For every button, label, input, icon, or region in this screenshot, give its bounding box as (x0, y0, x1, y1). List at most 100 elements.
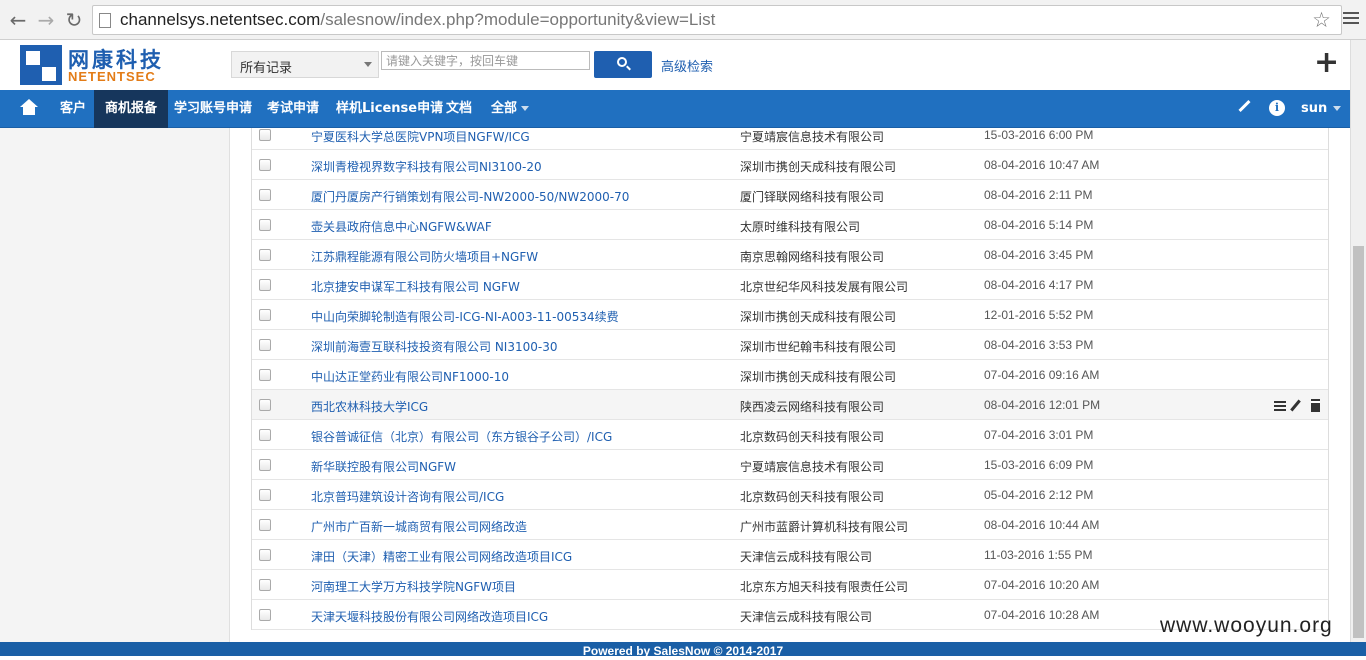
nav-item-customers[interactable]: 客户 (60, 90, 86, 128)
row-checkbox[interactable] (259, 549, 271, 561)
opportunity-name-link[interactable]: 宁夏医科大学总医院VPN项目NGFW/ICG (311, 128, 530, 145)
scope-selected-value: 所有记录 (240, 61, 293, 76)
table-row[interactable]: 中山向荣脚轮制造有限公司-ICG-NI-A003-11-00534续费 深圳市携创… (252, 300, 1328, 330)
row-checkbox[interactable] (259, 369, 271, 381)
opportunity-name-link[interactable]: 深圳青橙视界数字科技有限公司NI3100-20 (311, 158, 542, 175)
table-row[interactable]: 厦门丹厦房产行销策划有限公司-NW2000-50/NW2000-70 厦门铎联网络… (252, 180, 1328, 210)
row-checkbox[interactable] (259, 129, 271, 141)
row-checkbox[interactable] (259, 249, 271, 261)
table-row[interactable]: 银谷普诚征信（北京）有限公司（东方银谷子公司）/ICG 北京数码创天科技有限公司 0… (252, 420, 1328, 450)
partner-company: 宁夏靖宸信息技术有限公司 (740, 460, 885, 474)
home-icon[interactable] (20, 99, 38, 115)
table-row[interactable]: 北京普玛建筑设计咨询有限公司/ICG 北京数码创天科技有限公司 05-04-2016… (252, 480, 1328, 510)
logo[interactable]: 网康科技 NETENTSEC (20, 43, 180, 87)
browser-menu-icon[interactable] (1343, 10, 1359, 28)
opportunity-name-link[interactable]: 河南理工大学万方科技学院NGFW项目 (311, 578, 516, 595)
page-header: 网康科技 NETENTSEC 所有记录 高级检索 + (0, 40, 1366, 90)
advanced-search-link[interactable]: 高级检索 (661, 56, 713, 75)
row-checkbox[interactable] (259, 459, 271, 471)
chevron-down-icon (521, 106, 530, 111)
table-row[interactable]: 津田（天津）精密工业有限公司网络改造项目ICG 天津信云成科技有限公司 11-03-… (252, 540, 1328, 570)
opportunity-name-link[interactable]: 中山达正堂药业有限公司NF1000-10 (311, 368, 509, 385)
table-row[interactable]: 广州市广百新一城商贸有限公司网络改造 广州市蓝爵计算机科技有限公司 08-04-20… (252, 510, 1328, 540)
opportunity-name-link[interactable]: 中山向荣脚轮制造有限公司-ICG-NI-A003-11-00534续费 (311, 308, 619, 325)
url-text[interactable]: channelsys.netentsec.com/salesnow/index.… (120, 10, 715, 30)
row-checkbox[interactable] (259, 309, 271, 321)
search-button[interactable] (594, 51, 652, 78)
details-icon[interactable] (1274, 401, 1286, 411)
main-content: 宁夏医科大学总医院VPN项目NGFW/ICG 宁夏靖宸信息技术有限公司 15-03-… (0, 128, 1350, 642)
table-row[interactable]: 新华联控股有限公司NGFW 宁夏靖宸信息技术有限公司 15-03-2016 6:09… (252, 450, 1328, 480)
opportunity-name-link[interactable]: 西北农林科技大学ICG (311, 398, 428, 415)
search-input[interactable] (381, 51, 590, 70)
table-row[interactable]: 河南理工大学万方科技学院NGFW项目 北京东方旭天科技有限责任公司 07-04-20… (252, 570, 1328, 600)
row-checkbox[interactable] (259, 219, 271, 231)
nav-item-learning-account[interactable]: 学习账号申请 (174, 90, 252, 128)
opportunity-name-link[interactable]: 银谷普诚征信（北京）有限公司（东方银谷子公司）/ICG (311, 428, 612, 445)
table-row[interactable]: 深圳青橙视界数字科技有限公司NI3100-20 深圳市携创天成科技有限公司 08-0… (252, 150, 1328, 180)
created-date: 11-03-2016 1:55 PM (984, 548, 1093, 562)
table-row[interactable]: 西北农林科技大学ICG 陕西凌云网络科技有限公司 08-04-2016 12:01 … (252, 390, 1328, 420)
opportunity-name-link[interactable]: 深圳前海壹互联科技投资有限公司 NI3100-30 (311, 338, 557, 355)
nav-item-all[interactable]: 全部 (491, 90, 530, 128)
nav-item-exam[interactable]: 考试申请 (267, 90, 319, 128)
row-checkbox[interactable] (259, 189, 271, 201)
row-checkbox[interactable] (259, 579, 271, 591)
scrollbar-thumb[interactable] (1353, 246, 1364, 638)
created-date: 05-04-2016 2:12 PM (984, 488, 1094, 502)
created-date: 08-04-2016 10:47 AM (984, 158, 1100, 172)
row-checkbox[interactable] (259, 429, 271, 441)
opportunity-name-link[interactable]: 广州市广百新一城商贸有限公司网络改造 (311, 518, 527, 535)
opportunity-name-link[interactable]: 津田（天津）精密工业有限公司网络改造项目ICG (311, 548, 572, 565)
nav-item-opportunity[interactable]: 商机报备 (94, 90, 169, 128)
partner-company: 天津信云成科技有限公司 (740, 610, 873, 624)
page-scrollbar[interactable] (1350, 40, 1366, 642)
opportunity-name-link[interactable]: 北京普玛建筑设计咨询有限公司/ICG (311, 488, 504, 505)
edit-icon[interactable] (1290, 399, 1301, 412)
row-checkbox[interactable] (259, 489, 271, 501)
table-row[interactable]: 北京捷安申谋军工科技有限公司 NGFW 北京世纪华风科技发展有限公司 08-04-2… (252, 270, 1328, 300)
opportunity-name-link[interactable]: 壶关县政府信息中心NGFW&WAF (311, 218, 492, 235)
partner-company: 北京数码创天科技有限公司 (740, 490, 885, 504)
table-row[interactable]: 壶关县政府信息中心NGFW&WAF 太原时维科技有限公司 08-04-2016 5:… (252, 210, 1328, 240)
created-date: 15-03-2016 6:09 PM (984, 458, 1094, 472)
reload-icon[interactable]: ↻ (62, 8, 86, 32)
opportunity-name-link[interactable]: 厦门丹厦房产行销策划有限公司-NW2000-50/NW2000-70 (311, 188, 629, 205)
row-checkbox[interactable] (259, 159, 271, 171)
logo-mark-icon (20, 45, 62, 85)
nav-item-license[interactable]: 样机License申请 (336, 90, 443, 128)
partner-company: 太原时维科技有限公司 (740, 220, 861, 234)
footer: Powered by SalesNow © 2014-2017 (0, 642, 1366, 658)
table-row[interactable]: 宁夏医科大学总医院VPN项目NGFW/ICG 宁夏靖宸信息技术有限公司 15-03-… (252, 128, 1328, 150)
partner-company: 深圳市携创天成科技有限公司 (740, 310, 897, 324)
opportunity-name-link[interactable]: 天津天堰科技股份有限公司网络改造项目ICG (311, 608, 548, 625)
add-icon[interactable]: + (1314, 45, 1339, 80)
row-checkbox[interactable] (259, 399, 271, 411)
row-checkbox[interactable] (259, 519, 271, 531)
table-row[interactable]: 中山达正堂药业有限公司NF1000-10 深圳市携创天成科技有限公司 07-04-2… (252, 360, 1328, 390)
row-checkbox[interactable] (259, 609, 271, 621)
user-menu[interactable]: sun (1301, 90, 1342, 128)
row-checkbox[interactable] (259, 339, 271, 351)
address-bar[interactable]: channelsys.netentsec.com/salesnow/index.… (92, 5, 1342, 35)
opportunity-name-link[interactable]: 北京捷安申谋军工科技有限公司 NGFW (311, 278, 520, 295)
table-row[interactable]: 江苏鼎程能源有限公司防火墙项目+NGFW 南京思翰网络科技有限公司 08-04-20… (252, 240, 1328, 270)
back-icon[interactable]: ← (6, 8, 30, 32)
opportunity-list: 宁夏医科大学总医院VPN项目NGFW/ICG 宁夏靖宸信息技术有限公司 15-03-… (251, 128, 1329, 630)
forward-icon[interactable]: → (34, 8, 58, 32)
opportunity-name-link[interactable]: 新华联控股有限公司NGFW (311, 458, 456, 475)
logo-en-text: NETENTSEC (68, 69, 156, 84)
info-icon[interactable]: i (1269, 100, 1285, 116)
row-checkbox[interactable] (259, 279, 271, 291)
nav-item-all-label: 全部 (491, 101, 518, 116)
bookmark-star-icon[interactable]: ☆ (1312, 8, 1331, 32)
record-scope-select[interactable]: 所有记录 (231, 51, 379, 78)
opportunity-name-link[interactable]: 江苏鼎程能源有限公司防火墙项目+NGFW (311, 248, 538, 265)
created-date: 08-04-2016 3:53 PM (984, 338, 1094, 352)
nav-item-docs[interactable]: 文档 (446, 90, 472, 128)
partner-company: 天津信云成科技有限公司 (740, 550, 873, 564)
table-row[interactable]: 深圳前海壹互联科技投资有限公司 NI3100-30 深圳市世纪翰韦科技有限公司 08… (252, 330, 1328, 360)
partner-company: 北京世纪华风科技发展有限公司 (740, 280, 909, 294)
brush-icon[interactable] (1236, 100, 1252, 116)
delete-icon[interactable] (1311, 401, 1320, 412)
